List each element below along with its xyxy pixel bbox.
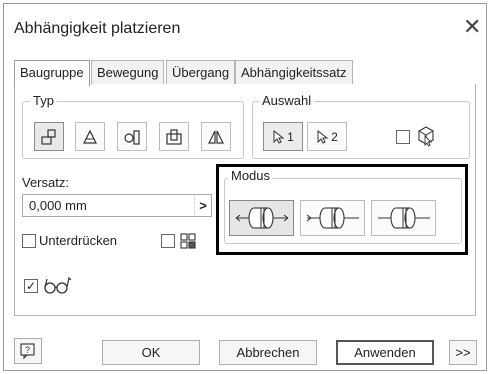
glasses-icon xyxy=(44,276,72,294)
angle-constraint-icon xyxy=(83,129,97,144)
mate-constraint-icon xyxy=(41,128,56,145)
extra-option-checkbox[interactable] xyxy=(161,234,175,248)
help-button[interactable]: ? xyxy=(14,338,42,364)
cursor-select-icon xyxy=(317,129,329,144)
suppress-checkbox[interactable] xyxy=(22,234,36,248)
svg-text:?: ? xyxy=(25,345,30,355)
more-button[interactable]: >> xyxy=(449,340,477,365)
type-group-label: Typ xyxy=(30,93,57,108)
tangent-constraint-button[interactable] xyxy=(117,122,147,151)
predict-offset-checkbox[interactable] xyxy=(396,130,410,144)
tab-baugruppe[interactable]: Baugruppe xyxy=(14,60,90,86)
cube-cursor-icon xyxy=(418,126,434,147)
insert-constraint-icon xyxy=(166,128,182,145)
close-icon[interactable]: ✕ xyxy=(463,16,481,38)
selection-2-button[interactable]: 2 xyxy=(307,122,347,151)
selection-1-button[interactable]: 1 xyxy=(263,122,303,151)
offset-input[interactable]: 0,000 mm xyxy=(22,194,212,217)
check-mark-icon: ✓ xyxy=(25,279,37,293)
tangent-constraint-icon xyxy=(124,129,140,145)
mode-aligned-button[interactable] xyxy=(371,200,436,236)
mate-aligned-icon xyxy=(377,207,430,229)
help-icon: ? xyxy=(20,343,35,360)
mate-opposed-icon xyxy=(306,207,359,229)
mate-flush-icon xyxy=(235,207,288,229)
mode-opposed-button[interactable] xyxy=(300,200,365,236)
selection-1-number: 1 xyxy=(287,129,294,144)
ok-button[interactable]: OK xyxy=(102,340,200,365)
selection-2-number: 2 xyxy=(331,129,338,144)
mode-flush-button[interactable] xyxy=(229,200,294,236)
selection-group-label: Auswahl xyxy=(259,93,315,108)
tab-abhaengigkeitssatz[interactable]: Abhängigkeitssatz xyxy=(235,60,353,85)
suppress-label: Unterdrücken xyxy=(39,233,118,248)
symmetry-constraint-button[interactable] xyxy=(201,122,231,151)
dialog-title: Abhängigkeit platzieren xyxy=(14,20,181,37)
offset-label: Versatz: xyxy=(22,175,69,190)
offset-arrow-button[interactable]: > xyxy=(194,195,211,216)
preview-checkbox[interactable]: ✓ xyxy=(24,279,38,293)
angle-constraint-button[interactable] xyxy=(75,122,105,151)
mate-constraint-button[interactable] xyxy=(34,122,64,151)
constraint-glyph-icon xyxy=(180,233,196,249)
cursor-select-icon xyxy=(273,129,285,144)
tab-uebergang[interactable]: Übergang xyxy=(166,60,236,85)
cancel-button[interactable]: Abbrechen xyxy=(219,340,317,365)
tab-bewegung[interactable]: Bewegung xyxy=(91,60,165,85)
apply-button[interactable]: Anwenden xyxy=(336,340,434,365)
insert-constraint-button[interactable] xyxy=(159,122,189,151)
symmetry-constraint-icon xyxy=(208,130,224,144)
mode-group-label: Modus xyxy=(228,168,274,183)
